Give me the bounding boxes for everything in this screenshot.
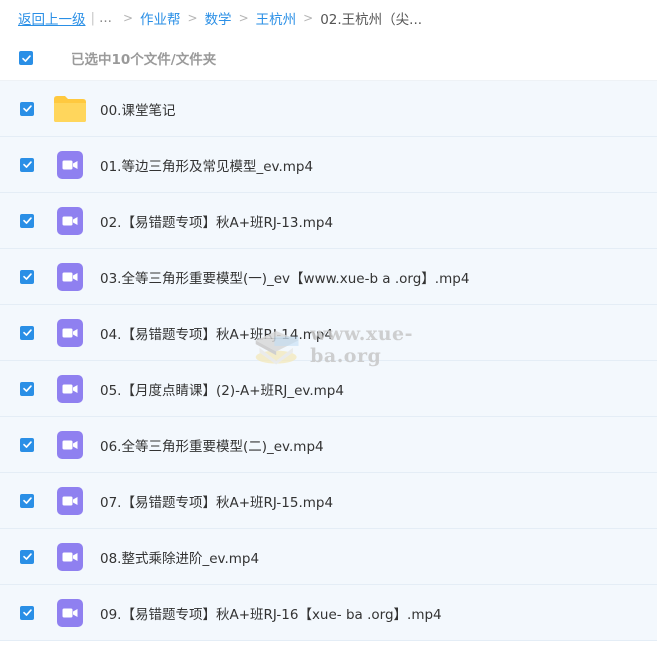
video-file-icon	[52, 259, 88, 295]
file-name[interactable]: 06.全等三角形重要模型(二)_ev.mp4	[100, 435, 324, 455]
file-row[interactable]: 01.等边三角形及常见模型_ev.mp4	[0, 137, 657, 193]
file-row[interactable]: 09.【易错题专项】秋A+班RJ-16【xue- ba .org】.mp4	[0, 585, 657, 641]
file-name[interactable]: 01.等边三角形及常见模型_ev.mp4	[100, 155, 313, 175]
file-list: 00.课堂笔记 01.等边三角形及常见模型_ev.mp4 02.【易错题专项】秋A+…	[0, 81, 657, 641]
video-file-icon	[52, 595, 88, 631]
checkmark-icon	[22, 161, 32, 168]
breadcrumb-arrow: >	[238, 11, 249, 25]
video-file-icon	[52, 315, 88, 351]
file-checkbox[interactable]	[20, 549, 34, 564]
file-checkbox[interactable]	[20, 493, 34, 508]
video-file-icon	[52, 147, 88, 183]
video-file-icon	[52, 483, 88, 519]
breadcrumb: 返回上一级 | ... > 作业帮 > 数学 > 王杭州 > 02.王杭州（尖.…	[0, 0, 657, 36]
checkmark-icon	[22, 441, 32, 448]
breadcrumb-arrow: >	[122, 11, 133, 25]
file-checkbox[interactable]	[20, 157, 34, 172]
file-checkbox[interactable]	[20, 381, 34, 396]
file-checkbox[interactable]	[20, 605, 34, 620]
checkmark-icon	[21, 54, 31, 62]
breadcrumb-item[interactable]: 数学	[205, 8, 232, 28]
breadcrumb-arrow: >	[303, 11, 314, 25]
file-name[interactable]: 09.【易错题专项】秋A+班RJ-16【xue- ba .org】.mp4	[100, 603, 442, 623]
breadcrumb-ellipsis[interactable]: ...	[99, 10, 112, 26]
breadcrumb-item[interactable]: 王杭州	[256, 8, 297, 28]
file-checkbox[interactable]	[20, 101, 34, 116]
breadcrumb-arrow: >	[187, 11, 198, 25]
breadcrumb-item[interactable]: 作业帮	[140, 8, 181, 28]
file-checkbox[interactable]	[20, 213, 34, 228]
file-row[interactable]: 08.整式乘除进阶_ev.mp4	[0, 529, 657, 585]
checkmark-icon	[22, 497, 32, 504]
file-row[interactable]: 02.【易错题专项】秋A+班RJ-13.mp4	[0, 193, 657, 249]
breadcrumb-current: 02.王杭州（尖...	[320, 12, 423, 28]
file-row[interactable]: 07.【易错题专项】秋A+班RJ-15.mp4	[0, 473, 657, 529]
file-name[interactable]: 08.整式乘除进阶_ev.mp4	[100, 547, 259, 567]
file-name[interactable]: 03.全等三角形重要模型(一)_ev【www.xue-b a .org】.mp4	[100, 267, 469, 287]
file-row[interactable]: 00.课堂笔记	[0, 81, 657, 137]
file-checkbox[interactable]	[20, 269, 34, 284]
video-file-icon	[52, 203, 88, 239]
file-row[interactable]: 05.【月度点睛课】(2)-A+班RJ_ev.mp4	[0, 361, 657, 417]
file-row[interactable]: 03.全等三角形重要模型(一)_ev【www.xue-b a .org】.mp4	[0, 249, 657, 305]
selection-count: 已选中10个文件/文件夹	[71, 52, 217, 68]
file-row[interactable]: 06.全等三角形重要模型(二)_ev.mp4	[0, 417, 657, 473]
checkmark-icon	[22, 217, 32, 224]
back-link[interactable]: 返回上一级	[18, 8, 86, 28]
video-file-icon	[52, 371, 88, 407]
file-checkbox[interactable]	[20, 325, 34, 340]
checkmark-icon	[22, 273, 32, 280]
file-row[interactable]: 04.【易错题专项】秋A+班RJ-14.mp4	[0, 305, 657, 361]
checkmark-icon	[22, 609, 32, 616]
breadcrumb-divider: |	[90, 10, 96, 26]
select-all-checkbox[interactable]	[19, 51, 33, 65]
file-name[interactable]: 02.【易错题专项】秋A+班RJ-13.mp4	[100, 211, 333, 231]
checkmark-icon	[22, 329, 32, 336]
video-file-icon	[52, 539, 88, 575]
checkmark-icon	[22, 105, 32, 112]
video-file-icon	[52, 427, 88, 463]
file-name[interactable]: 07.【易错题专项】秋A+班RJ-15.mp4	[100, 491, 333, 511]
folder-icon	[52, 91, 88, 127]
checkmark-icon	[22, 553, 32, 560]
file-browser: 返回上一级 | ... > 作业帮 > 数学 > 王杭州 > 02.王杭州（尖.…	[0, 0, 657, 651]
file-name[interactable]: 05.【月度点睛课】(2)-A+班RJ_ev.mp4	[100, 379, 344, 399]
checkmark-icon	[22, 385, 32, 392]
selection-header: 已选中10个文件/文件夹	[0, 36, 657, 81]
file-checkbox[interactable]	[20, 437, 34, 452]
file-name[interactable]: 00.课堂笔记	[100, 99, 175, 119]
file-name[interactable]: 04.【易错题专项】秋A+班RJ-14.mp4	[100, 323, 333, 343]
